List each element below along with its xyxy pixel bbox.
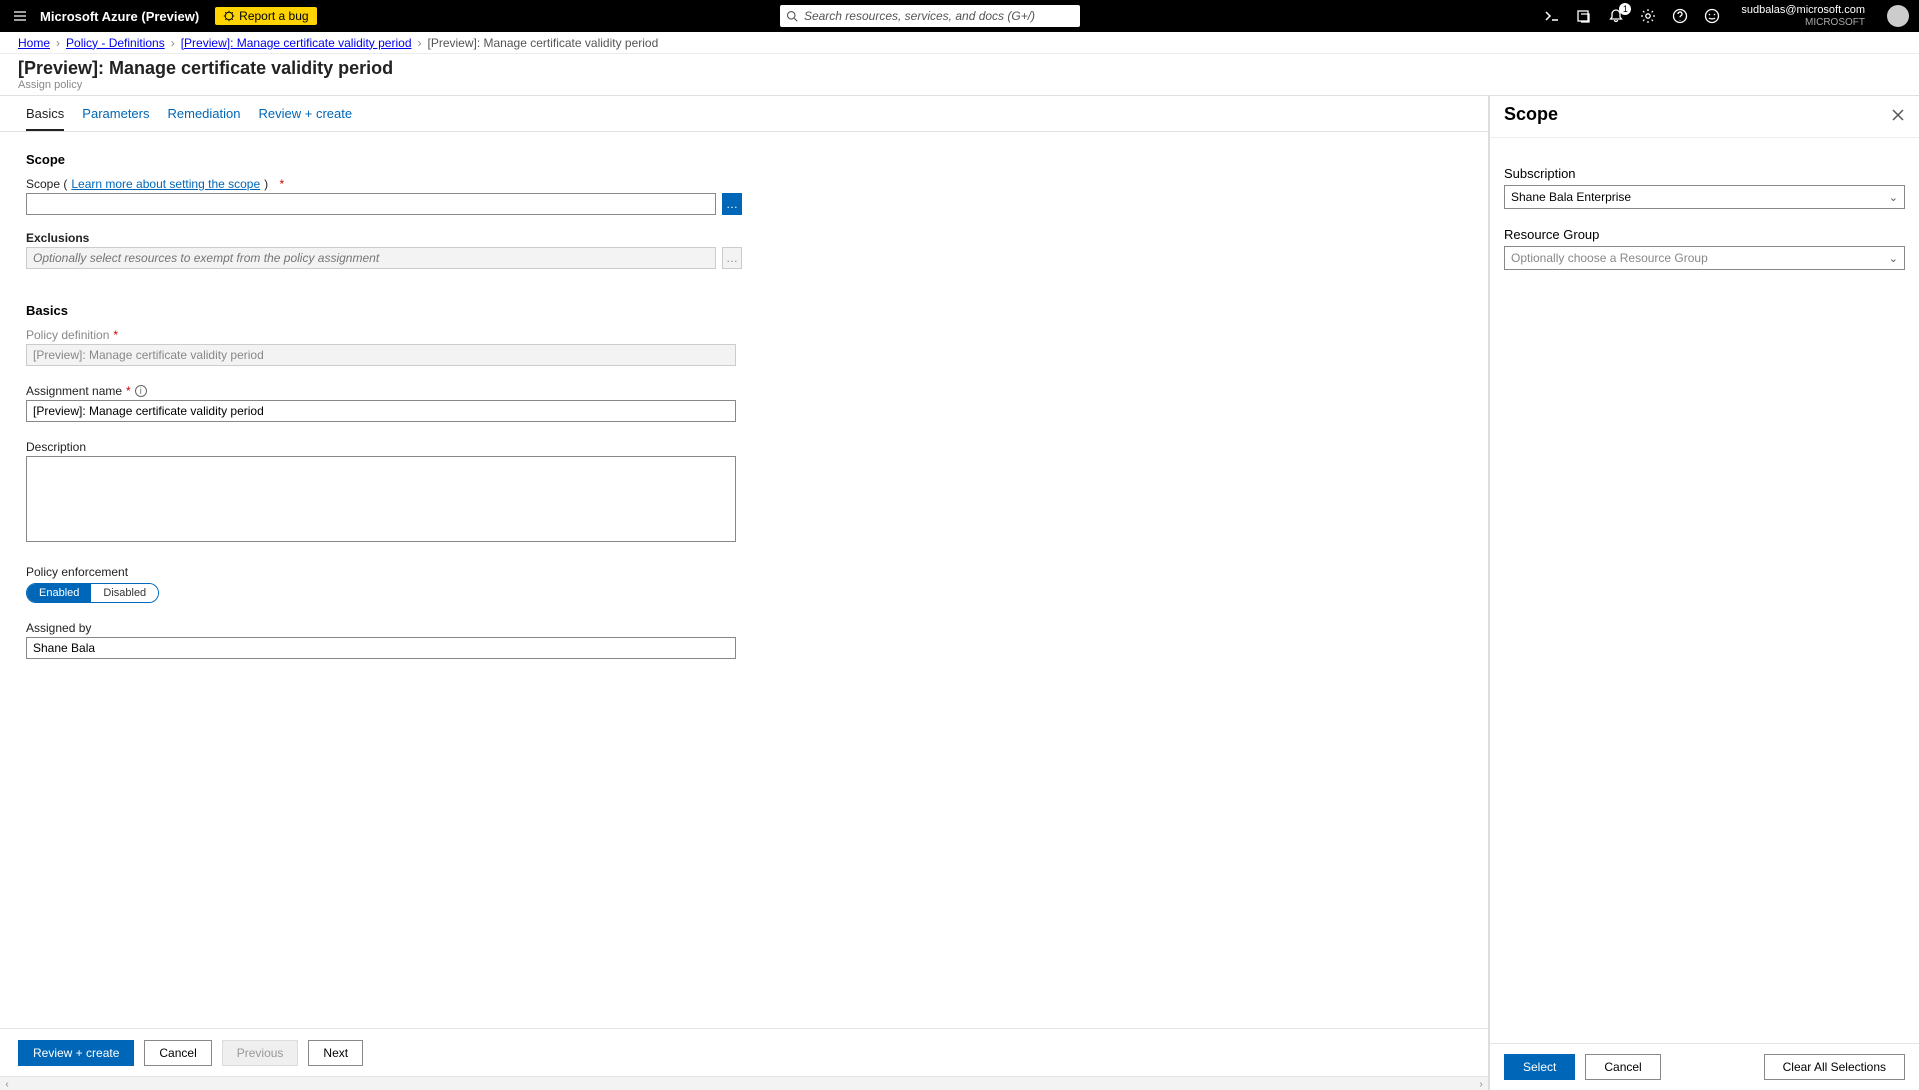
- notifications-icon[interactable]: 1: [1607, 7, 1625, 25]
- settings-icon[interactable]: [1639, 7, 1657, 25]
- subscription-value: Shane Bala Enterprise: [1511, 190, 1631, 204]
- bug-icon: [223, 10, 235, 22]
- subscription-label: Subscription: [1504, 166, 1905, 181]
- policy-definition-label: Policy definition *: [26, 328, 1462, 342]
- basics-section-title: Basics: [26, 303, 1462, 318]
- breadcrumb-home[interactable]: Home: [18, 36, 50, 50]
- scope-section-title: Scope: [26, 152, 1462, 167]
- blade-clear-button[interactable]: Clear All Selections: [1764, 1054, 1905, 1080]
- report-bug-button[interactable]: Report a bug: [215, 7, 316, 25]
- resource-group-select[interactable]: Optionally choose a Resource Group ⌄: [1504, 246, 1905, 270]
- scope-picker-button[interactable]: …: [722, 193, 742, 215]
- hamburger-menu[interactable]: [0, 8, 40, 24]
- chevron-down-icon: ⌄: [1889, 191, 1898, 204]
- tabs: Basics Parameters Remediation Review + c…: [0, 96, 1488, 132]
- search-container: Search resources, services, and docs (G+…: [317, 5, 1544, 27]
- subscription-select[interactable]: Shane Bala Enterprise ⌄: [1504, 185, 1905, 209]
- exclusions-input: [26, 247, 716, 269]
- blade-select-button[interactable]: Select: [1504, 1054, 1575, 1080]
- directories-icon[interactable]: [1575, 7, 1593, 25]
- search-icon: [786, 10, 798, 22]
- left-pane: Basics Parameters Remediation Review + c…: [0, 96, 1489, 1090]
- blade-cancel-button[interactable]: Cancel: [1585, 1054, 1660, 1080]
- global-search-input[interactable]: Search resources, services, and docs (G+…: [780, 5, 1080, 27]
- assignment-name-label: Assignment name * i: [26, 384, 1462, 398]
- report-bug-label: Report a bug: [239, 9, 308, 23]
- account-info[interactable]: sudbalas@microsoft.com MICROSOFT: [1741, 4, 1865, 27]
- scope-blade: Scope Subscription Shane Bala Enterprise…: [1489, 96, 1919, 1090]
- resource-group-placeholder: Optionally choose a Resource Group: [1511, 251, 1708, 265]
- assigned-by-label: Assigned by: [26, 621, 1462, 635]
- next-button[interactable]: Next: [308, 1040, 363, 1066]
- exclusions-title: Exclusions: [26, 231, 1462, 245]
- page-subtitle: Assign policy: [18, 79, 1901, 91]
- brand-label: Microsoft Azure (Preview): [40, 9, 215, 24]
- topbar: Microsoft Azure (Preview) Report a bug S…: [0, 0, 1919, 32]
- policy-enforcement-label: Policy enforcement: [26, 565, 1462, 579]
- required-indicator: *: [113, 328, 118, 342]
- blade-body: Subscription Shane Bala Enterprise ⌄ Res…: [1490, 138, 1919, 1043]
- policy-definition-field: [26, 344, 736, 366]
- notification-badge: 1: [1619, 3, 1631, 15]
- form-area: Scope Scope (Learn more about setting th…: [0, 132, 1488, 1028]
- description-label: Description: [26, 440, 1462, 454]
- blade-footer: Select Cancel Clear All Selections: [1490, 1043, 1919, 1090]
- main-content: Basics Parameters Remediation Review + c…: [0, 96, 1919, 1090]
- account-org: MICROSOFT: [1805, 17, 1865, 28]
- topbar-right-icons: 1 sudbalas@microsoft.com MICROSOFT: [1543, 4, 1919, 27]
- description-textarea[interactable]: [26, 456, 736, 542]
- avatar[interactable]: [1887, 5, 1909, 27]
- scroll-right-icon[interactable]: ›: [1474, 1077, 1488, 1090]
- tab-review-create[interactable]: Review + create: [259, 106, 353, 131]
- breadcrumb-current: [Preview]: Manage certificate validity p…: [428, 36, 659, 50]
- breadcrumb-definitions[interactable]: Policy - Definitions: [66, 36, 165, 50]
- previous-button: Previous: [222, 1040, 299, 1066]
- required-indicator: *: [126, 384, 131, 398]
- chevron-right-icon: ›: [418, 36, 422, 50]
- resource-group-label: Resource Group: [1504, 227, 1905, 242]
- enforcement-disabled-option[interactable]: Disabled: [91, 584, 158, 602]
- breadcrumb: Home › Policy - Definitions › [Preview]:…: [0, 32, 1919, 54]
- assigned-by-input[interactable]: [26, 637, 736, 659]
- blade-title: Scope: [1504, 104, 1891, 125]
- chevron-right-icon: ›: [56, 36, 60, 50]
- scope-field-label: Scope (Learn more about setting the scop…: [26, 177, 1462, 191]
- policy-enforcement-toggle[interactable]: Enabled Disabled: [26, 583, 159, 603]
- breadcrumb-preview[interactable]: [Preview]: Manage certificate validity p…: [181, 36, 412, 50]
- required-indicator: *: [280, 177, 285, 191]
- horizontal-scrollbar[interactable]: ‹ ›: [0, 1076, 1488, 1090]
- search-placeholder: Search resources, services, and docs (G+…: [804, 9, 1035, 23]
- help-icon[interactable]: [1671, 7, 1689, 25]
- scope-learn-more-link[interactable]: Learn more about setting the scope: [71, 177, 260, 191]
- footer-actions: Review + create Cancel Previous Next: [0, 1028, 1488, 1076]
- chevron-right-icon: ›: [171, 36, 175, 50]
- close-blade-button[interactable]: [1891, 108, 1905, 122]
- page-header: [Preview]: Manage certificate validity p…: [0, 54, 1919, 96]
- tab-remediation[interactable]: Remediation: [168, 106, 241, 131]
- info-icon[interactable]: i: [135, 385, 147, 397]
- tab-parameters[interactable]: Parameters: [82, 106, 149, 131]
- blade-header: Scope: [1490, 96, 1919, 138]
- assignment-name-input[interactable]: [26, 400, 736, 422]
- account-email: sudbalas@microsoft.com: [1741, 4, 1865, 16]
- scope-input[interactable]: [26, 193, 716, 215]
- review-create-button[interactable]: Review + create: [18, 1040, 134, 1066]
- cloud-shell-icon[interactable]: [1543, 7, 1561, 25]
- tab-basics[interactable]: Basics: [26, 106, 64, 131]
- exclusions-picker-button[interactable]: …: [722, 247, 742, 269]
- enforcement-enabled-option[interactable]: Enabled: [27, 584, 91, 602]
- cancel-button[interactable]: Cancel: [144, 1040, 211, 1066]
- feedback-icon[interactable]: [1703, 7, 1721, 25]
- chevron-down-icon: ⌄: [1889, 252, 1898, 265]
- scroll-left-icon[interactable]: ‹: [0, 1077, 14, 1090]
- page-title: [Preview]: Manage certificate validity p…: [18, 58, 1901, 79]
